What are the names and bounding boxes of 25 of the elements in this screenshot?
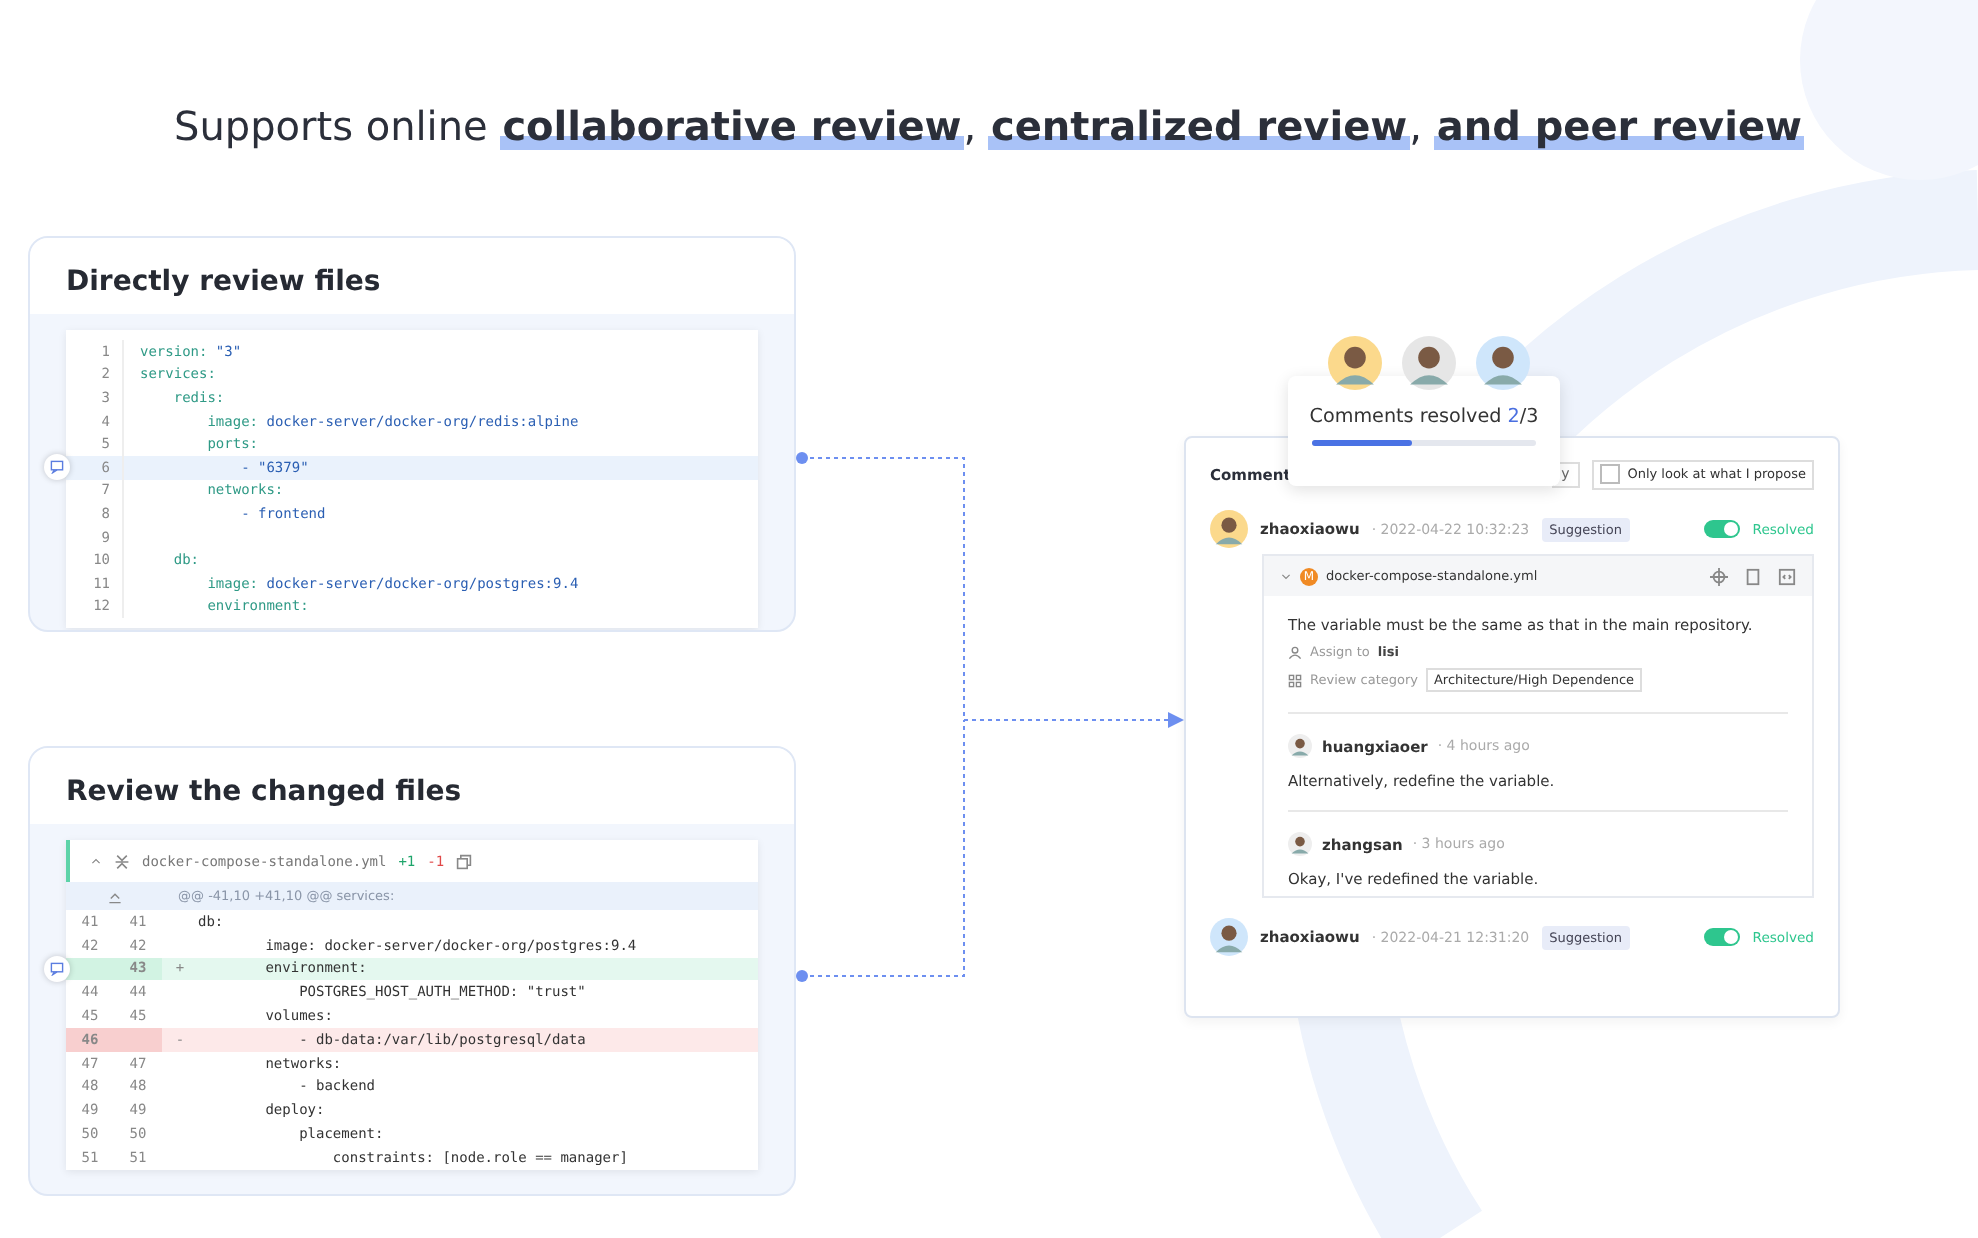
caret-icon xyxy=(1280,570,1292,582)
avatar xyxy=(1328,336,1382,390)
card-title: Review the changed files xyxy=(30,748,794,824)
copy-icon xyxy=(456,853,473,869)
avatar xyxy=(1288,832,1312,856)
user-icon xyxy=(1288,645,1302,659)
resolved-toggle[interactable] xyxy=(1704,928,1741,946)
grid-icon xyxy=(1288,673,1302,687)
document-icon xyxy=(1744,567,1762,585)
comment-marker-icon[interactable] xyxy=(44,454,70,481)
avatar xyxy=(1210,918,1248,956)
avatar xyxy=(1476,336,1530,390)
resolved-count: Comments resolved 2/3 xyxy=(1307,404,1541,430)
target-icon xyxy=(1710,567,1728,585)
headline: Supports online collaborative review, centralized review, and peer review xyxy=(174,100,1804,152)
avatar xyxy=(1288,734,1312,758)
avatar xyxy=(1402,336,1456,390)
comment-marker-icon[interactable] xyxy=(44,955,70,982)
caret-icon xyxy=(90,855,102,867)
card-title: Directly review files xyxy=(30,238,794,314)
avatar xyxy=(1210,510,1248,548)
expand-icon xyxy=(107,889,121,903)
code-icon xyxy=(1778,567,1796,585)
resolved-toggle[interactable] xyxy=(1704,520,1741,538)
collapse-icon xyxy=(114,853,130,869)
